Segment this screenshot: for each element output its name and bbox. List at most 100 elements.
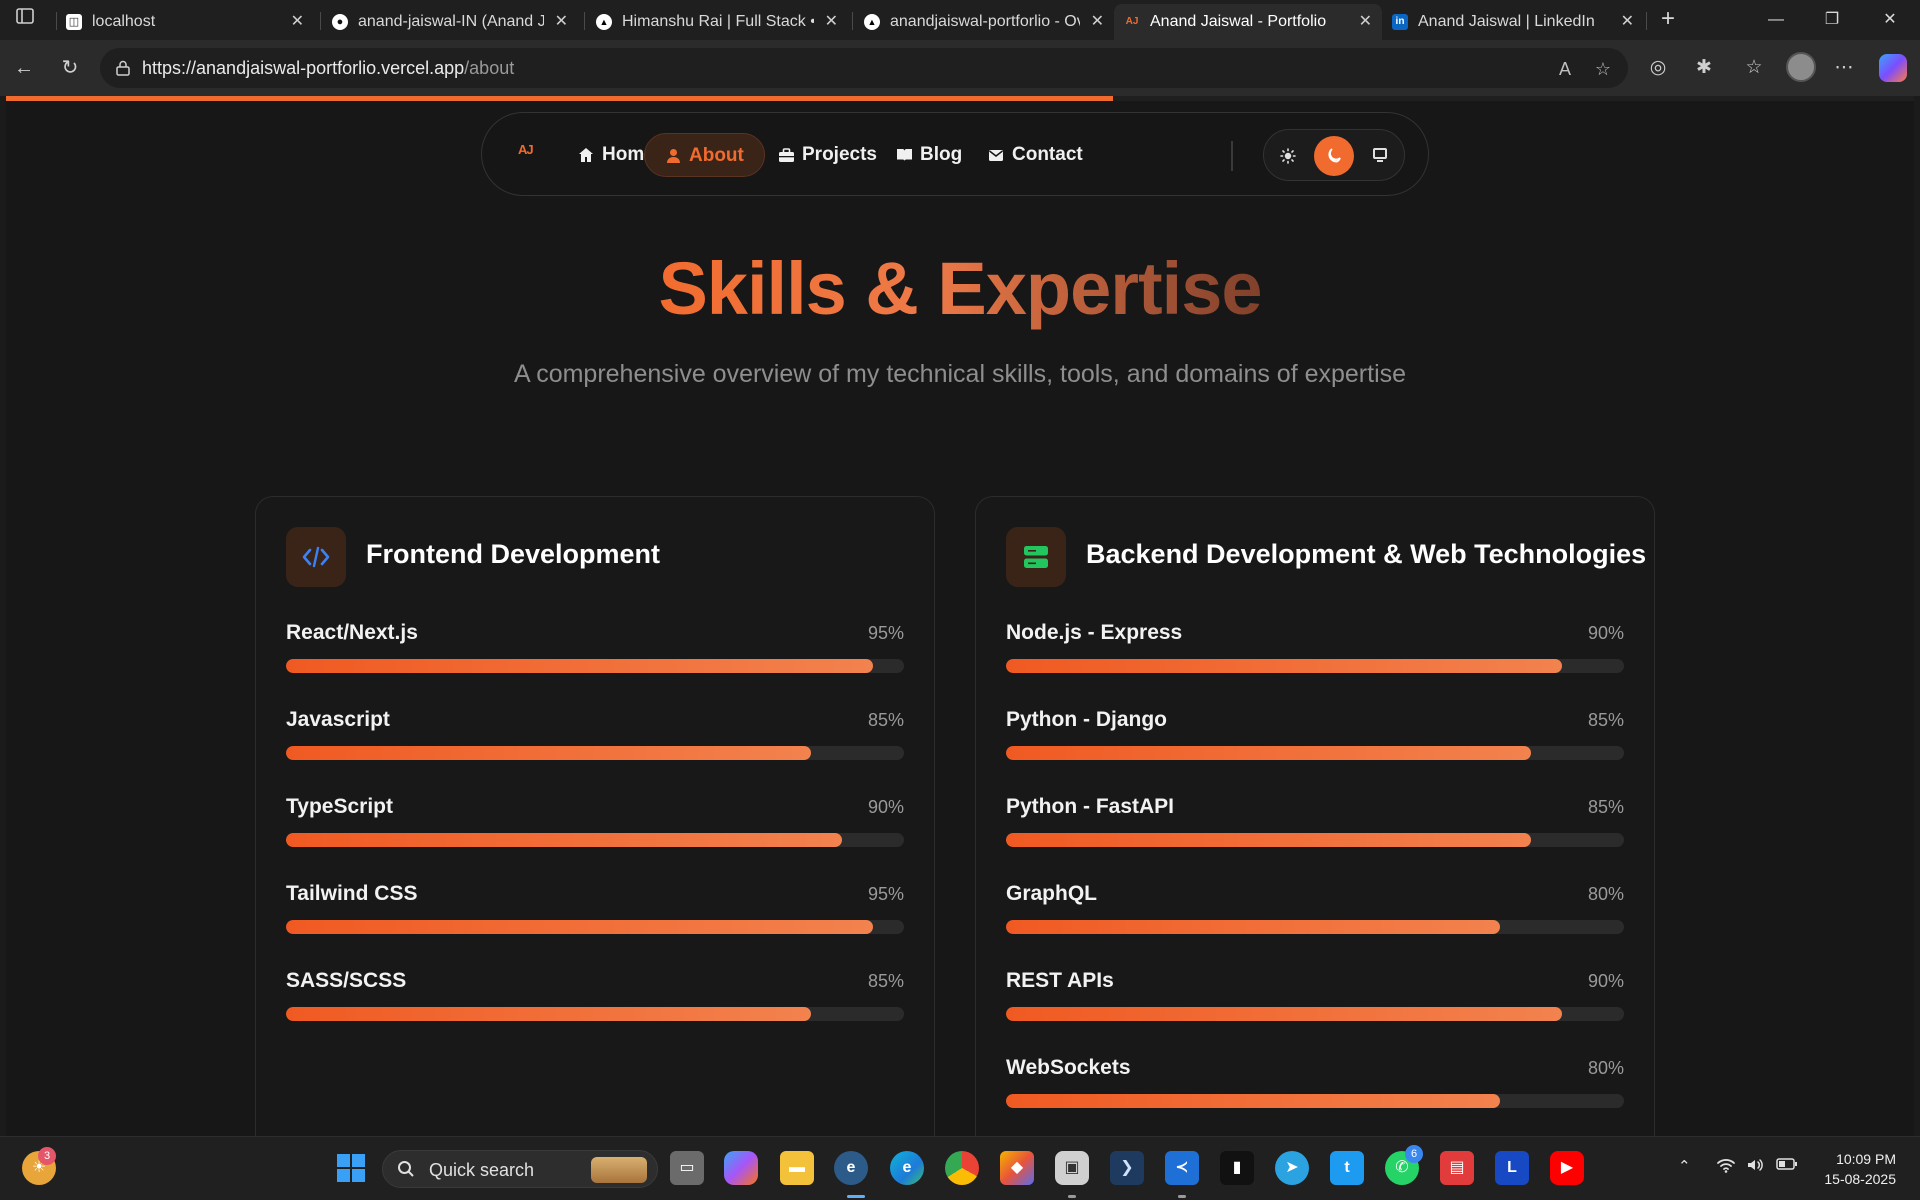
new-tab-button[interactable]: + (1652, 4, 1684, 36)
browser-tab[interactable]: ◫ localhost ✕ (56, 4, 314, 40)
refresh-icon[interactable]: ↻ (56, 54, 84, 82)
powershell-icon[interactable]: ❯ (1110, 1151, 1144, 1185)
close-icon[interactable]: ✕ (1359, 4, 1372, 40)
close-icon[interactable]: ✕ (1621, 4, 1634, 40)
epic-games-icon[interactable]: ▮ (1220, 1151, 1254, 1185)
site-navbar: AJ Home About Projects Blog Contact (481, 112, 1429, 196)
copilot-app-icon[interactable] (724, 1151, 758, 1185)
chrome-icon[interactable] (945, 1151, 979, 1185)
url-path: /about (464, 58, 515, 78)
sun-icon[interactable] (1268, 136, 1308, 176)
windows-start-icon[interactable] (334, 1151, 368, 1185)
favorites-icon[interactable]: ☆ (1740, 54, 1768, 82)
skill-name: Python - Django (1006, 708, 1167, 731)
skill-percent: 85% (1587, 710, 1624, 730)
address-bar[interactable]: https://anandjaiswal-portforlio.vercel.a… (100, 48, 1628, 88)
skill-progress-track (1006, 833, 1624, 847)
page-icon: ◫ (66, 14, 82, 30)
twitter-icon[interactable]: t (1330, 1151, 1364, 1185)
skill-progress-fill (286, 920, 874, 934)
moon-icon[interactable] (1314, 136, 1354, 176)
git-client-icon[interactable]: ◆ (1000, 1151, 1034, 1185)
url-text: https://anandjaiswal-portforlio.vercel.a… (142, 48, 514, 88)
close-icon[interactable]: ✕ (1091, 4, 1104, 40)
read-aloud-icon[interactable]: A (1554, 58, 1576, 80)
nav-label: About (689, 145, 744, 166)
close-icon[interactable]: ✕ (555, 4, 568, 40)
extensions-icon[interactable]: ✱ (1690, 54, 1718, 82)
skill-progress-fill (286, 659, 874, 673)
site-info-icon[interactable] (114, 59, 132, 77)
skill-name: Tailwind CSS (286, 882, 418, 905)
tab-title: anandjaiswal-portforlio - Ov (890, 13, 1080, 30)
windows-taskbar: ☀ 3 Quick search ▭ ▬ e e ◆ ▣ ❯ ≺ ▮ ➤ t ✆… (0, 1136, 1920, 1200)
page-subtitle: A comprehensive overview of my technical… (513, 360, 1407, 388)
nav-contact[interactable]: Contact (968, 133, 1103, 177)
server-icon (1006, 527, 1066, 587)
vscode-icon[interactable]: ≺ (1165, 1151, 1199, 1185)
copilot-icon[interactable] (1879, 54, 1907, 82)
window-close-icon[interactable]: ✕ (1862, 0, 1918, 40)
browser-tab[interactable]: ● anand-jaiswal-IN (Anand Jaiswal) ✕ (322, 4, 578, 40)
favorite-star-icon[interactable]: ☆ (1592, 58, 1614, 80)
skill-row: Node.js - Express 90% (1006, 621, 1624, 681)
url-host: https://anandjaiswal-portforlio.vercel.a… (142, 58, 465, 78)
wifi-icon[interactable] (1716, 1157, 1736, 1177)
app-icon[interactable]: ▣ (1055, 1151, 1089, 1185)
system-clock[interactable]: 10:09 PM 15-08-2025 (1824, 1149, 1896, 1189)
skill-progress-fill (1006, 920, 1501, 934)
profile-avatar[interactable] (1786, 52, 1816, 82)
minimize-icon[interactable]: — (1748, 0, 1804, 40)
edge-dev-icon[interactable]: e (834, 1151, 868, 1185)
news-icon[interactable]: ▤ (1440, 1151, 1474, 1185)
nav-about[interactable]: About (644, 133, 765, 177)
skill-name: GraphQL (1006, 882, 1098, 905)
browser-tab[interactable]: ▲ anandjaiswal-portforlio - Ov ✕ (854, 4, 1114, 40)
taskbar-search[interactable]: Quick search (382, 1150, 658, 1188)
vercel-icon: ▲ (596, 14, 612, 30)
skill-progress-track (286, 833, 904, 847)
youtube-icon[interactable]: ▶ (1550, 1151, 1584, 1185)
telegram-icon[interactable]: ➤ (1275, 1151, 1309, 1185)
skill-progress-track (1006, 659, 1624, 673)
close-icon[interactable]: ✕ (291, 4, 304, 40)
nav-label: Projects (802, 144, 877, 165)
search-placeholder: Quick search (429, 1160, 535, 1180)
browser-tab-active[interactable]: AJ Anand Jaiswal - Portfolio ✕ (1114, 4, 1382, 40)
skill-row: Python - FastAPI 85% (1006, 795, 1624, 855)
skill-card-frontend: Frontend Development React/Next.js 95% Jav… (255, 496, 935, 1136)
tab-actions-icon[interactable] (12, 8, 38, 32)
browser-tab[interactable]: in Anand Jaiswal | LinkedIn ✕ (1382, 4, 1644, 40)
nav-blog[interactable]: Blog (876, 133, 982, 177)
volume-icon[interactable] (1746, 1157, 1764, 1177)
skill-percent: 90% (1587, 623, 1624, 643)
aj-logo-icon: AJ (1125, 16, 1139, 27)
skill-progress-track (1006, 1094, 1624, 1108)
skill-percent: 85% (1587, 797, 1624, 817)
restore-icon[interactable]: ❐ (1804, 0, 1860, 40)
tracking-icon[interactable]: ◎ (1644, 54, 1672, 82)
skill-name: Node.js - Express (1006, 621, 1183, 644)
more-options-icon[interactable]: ⋯ (1830, 54, 1858, 82)
skill-progress-fill (286, 833, 843, 847)
skill-progress-track (1006, 1007, 1624, 1021)
edge-icon[interactable]: e (890, 1151, 924, 1185)
skill-row: React/Next.js 95% (286, 621, 904, 681)
monitor-icon[interactable] (1360, 136, 1400, 176)
nav-divider (1231, 141, 1233, 171)
tray-overflow-icon[interactable]: ⌃ (1678, 1157, 1691, 1175)
linkedin-learning-icon[interactable]: L (1495, 1151, 1529, 1185)
skill-name: React/Next.js (286, 621, 418, 644)
skill-row: Tailwind CSS 95% (286, 882, 904, 942)
file-explorer-icon[interactable]: ▬ (780, 1151, 814, 1185)
task-view-icon[interactable]: ▭ (670, 1151, 704, 1185)
close-icon[interactable]: ✕ (825, 4, 838, 40)
weather-badge: 3 (38, 1147, 56, 1165)
skill-row: GraphQL 80% (1006, 882, 1624, 942)
skill-name: REST APIs (1006, 969, 1114, 992)
battery-icon[interactable] (1776, 1157, 1798, 1175)
site-logo[interactable]: AJ (518, 142, 534, 157)
back-arrow-icon[interactable]: ← (10, 54, 38, 82)
skill-progress-fill (1006, 1007, 1563, 1021)
browser-tab[interactable]: ▲ Himanshu Rai | Full Stack • D ✕ (586, 4, 848, 40)
